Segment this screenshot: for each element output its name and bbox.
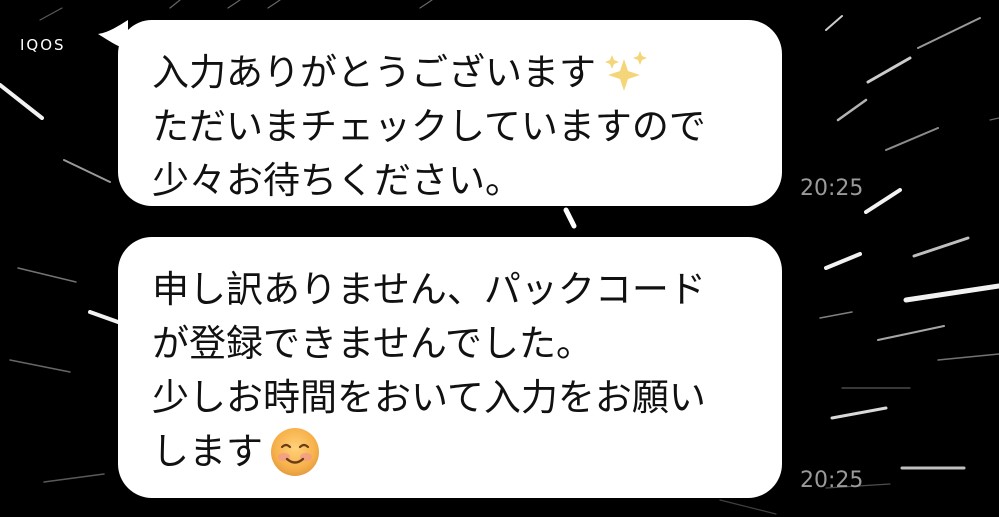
message-timestamp: 20:25 [800, 468, 864, 493]
message-line: ただいまチェックしていますので [152, 105, 706, 148]
message-bubble: 申し訳ありません、パックコード が登録できませんでした。 少しお時間をおいて入力… [118, 237, 782, 498]
message-bubble: 入力ありがとうございます ただいまチェックしていますので 少々お待ちください。 [118, 20, 782, 206]
smiling-face-blush-emoji-icon [271, 428, 319, 476]
message-line: 申し訳ありません、パックコード [152, 268, 706, 311]
message-line: 入力ありがとうございます [152, 46, 750, 100]
message-line: が登録できませんでした。 [152, 322, 594, 365]
message-timestamp: 20:25 [800, 176, 864, 201]
message-line: します [152, 425, 750, 479]
sender-name: IQOS [20, 36, 66, 54]
message-line: 少しお時間をおいて入力をお願い [152, 376, 706, 419]
message-line: 少々お待ちください。 [152, 159, 522, 202]
sparkles-emoji-icon [605, 51, 647, 91]
